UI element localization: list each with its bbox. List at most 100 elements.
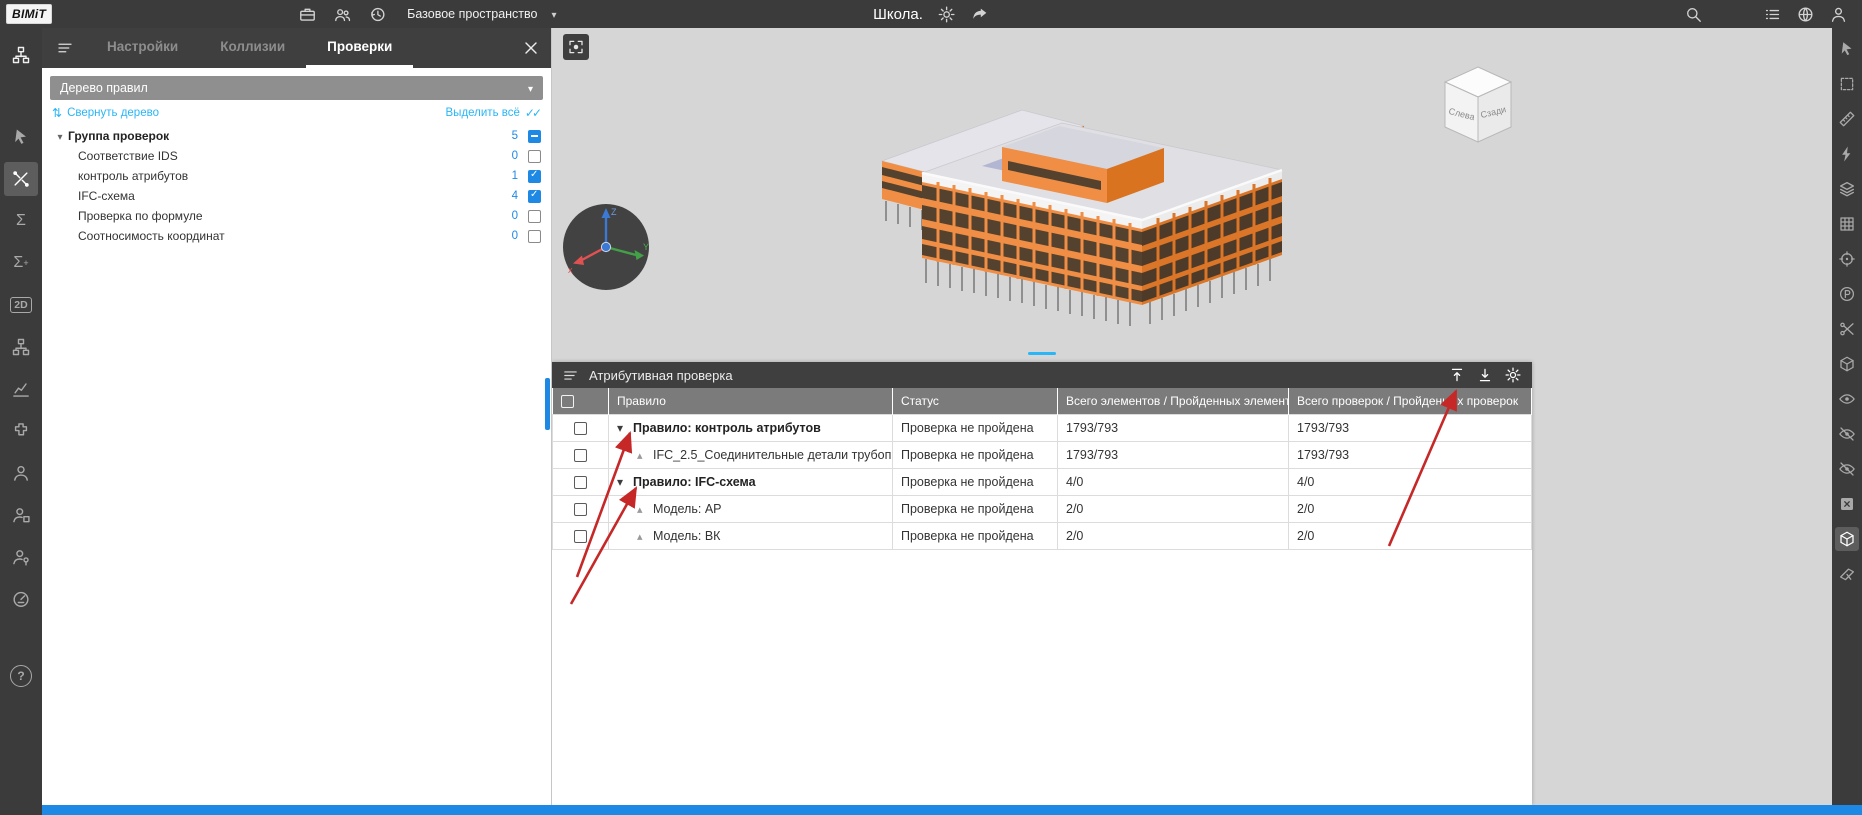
plugins-icon[interactable] [4,414,38,448]
row-select-cell [553,522,609,549]
menu-list-icon[interactable] [1763,5,1782,24]
row-checkbox[interactable] [574,449,587,462]
column-header-status[interactable]: Статус [893,388,1058,414]
tree-item-label: Соотносимость координат [78,229,225,243]
view-cube[interactable]: Слева Сзади [1436,62,1520,150]
view-2d-icon[interactable]: 2D [4,288,38,322]
tab-checks[interactable]: Проверки [306,28,413,68]
tree-item-checkbox[interactable] [528,130,541,143]
checks-tool-icon[interactable] [4,162,38,196]
visibility-icon[interactable] [1835,387,1859,411]
cursor-select-icon[interactable] [1835,37,1859,61]
focus-button[interactable] [563,34,589,60]
collapse-row-icon[interactable] [617,475,633,489]
search-icon[interactable] [1684,5,1703,24]
tab-collisions[interactable]: Коллизии [199,28,306,68]
row-checkbox[interactable] [574,503,587,516]
model-view-icon[interactable] [1835,527,1859,551]
expand-row-icon[interactable] [637,502,653,516]
expand-row-icon[interactable] [637,529,653,543]
check-table-row[interactable]: Правило: IFC-схемаПроверка не пройдена4/… [553,468,1532,495]
share-icon[interactable] [970,5,989,24]
table-settings-icon[interactable] [1504,366,1522,384]
sum-plus-tool-icon[interactable]: Σ+ [4,246,38,280]
select-all-link[interactable]: Выделить всё [446,106,539,120]
clip-volume-icon[interactable] [1835,352,1859,376]
tree-item-checkbox[interactable] [528,190,541,203]
history-icon[interactable] [368,5,387,24]
settings-gear-icon[interactable] [937,5,956,24]
projects-icon[interactable] [298,5,317,24]
panel-resize-handle[interactable] [1028,352,1056,355]
row-select-cell [553,468,609,495]
tree-item[interactable]: контроль атрибутов1 [52,166,541,186]
profile-globe-icon[interactable] [1796,5,1815,24]
panel-header-icons [1448,366,1522,384]
workspace-selector[interactable]: Базовое пространство [407,7,556,21]
measure-icon[interactable] [1835,107,1859,131]
tree-item-checkbox[interactable] [528,230,541,243]
tree-item[interactable]: Проверка по формуле0 [52,206,541,226]
box-select-icon[interactable] [1835,72,1859,96]
tree-item-checkbox[interactable] [528,170,541,183]
section-plane-icon[interactable] [1835,562,1859,586]
tree-item-checkbox[interactable] [528,150,541,163]
expand-rows-icon[interactable] [1476,366,1494,384]
tab-settings[interactable]: Настройки [86,28,199,68]
layers-icon[interactable] [1835,177,1859,201]
section-cut-icon[interactable] [1835,317,1859,341]
tree-item-checkbox[interactable] [528,210,541,223]
check-table-row[interactable]: Модель: АРПроверка не пройдена2/02/0 [553,495,1532,522]
graphs-icon[interactable] [4,372,38,406]
tree-item[interactable]: Соотносимость координат0 [52,226,541,246]
column-header-rule[interactable]: Правило [609,388,893,414]
rule-label: Правило: IFC-схема [633,475,756,489]
app-logo[interactable]: BIMiT [6,4,52,24]
select-all-checkbox[interactable] [561,395,574,408]
clear-selection-icon[interactable] [1835,492,1859,516]
quick-tools-icon[interactable] [1835,142,1859,166]
grid-icon[interactable] [1835,212,1859,236]
row-checkbox[interactable] [574,476,587,489]
select-tool-icon[interactable] [4,120,38,154]
user-location-icon[interactable] [4,540,38,574]
expand-row-icon[interactable] [637,448,653,462]
panel-menu-icon[interactable] [562,367,579,384]
rules-tree-dropdown[interactable]: Дерево правил [50,76,543,100]
collapse-tree-link[interactable]: Свернуть дерево [52,106,159,120]
profile-icon[interactable] [1829,5,1848,24]
collapse-row-icon[interactable] [617,421,633,435]
diagram-icon[interactable] [4,330,38,364]
team-icon[interactable] [333,5,352,24]
panel-scrollbar[interactable] [545,378,550,430]
model-structure-icon[interactable] [4,38,38,72]
column-header-elements[interactable]: Всего элементов / Пройденных элементов [1058,388,1289,414]
rule-label: Модель: ВК [653,529,720,543]
isolate-icon[interactable] [1835,457,1859,481]
user-icon[interactable] [4,456,38,490]
panel-menu-icon[interactable] [56,39,74,57]
expand-chevron-icon[interactable] [52,129,68,143]
tree-item[interactable]: Соответствие IDS0 [52,146,541,166]
locate-icon[interactable] [1835,247,1859,271]
check-table-row[interactable]: Модель: ВКПроверка не пройдена2/02/0 [553,522,1532,549]
tree-item-count: 4 [506,190,518,202]
navigation-gizmo[interactable]: x Y Z [560,201,652,293]
help-button[interactable]: ? [10,665,32,687]
close-panel-icon[interactable] [521,38,541,58]
tree-item[interactable]: Группа проверок5 [52,126,541,146]
check-table-row[interactable]: Правило: контроль атрибутовПроверка не п… [553,414,1532,441]
collapse-rows-icon[interactable] [1448,366,1466,384]
column-header-checks[interactable]: Всего проверок / Пройденных проверок [1289,388,1532,414]
hide-selected-icon[interactable] [1835,422,1859,446]
sum-tool-icon[interactable]: Σ [4,204,38,238]
dashboard-icon[interactable] [4,582,38,616]
elements-cell: 1793/793 [1058,414,1289,441]
tree-item-label: Проверка по формуле [78,209,203,223]
check-table-row[interactable]: IFC_2.5_Соединительные детали трубопрПро… [553,441,1532,468]
row-checkbox[interactable] [574,422,587,435]
plan-view-icon[interactable] [1835,282,1859,306]
row-checkbox[interactable] [574,530,587,543]
user-role-icon[interactable] [4,498,38,532]
tree-item[interactable]: IFC-схема4 [52,186,541,206]
